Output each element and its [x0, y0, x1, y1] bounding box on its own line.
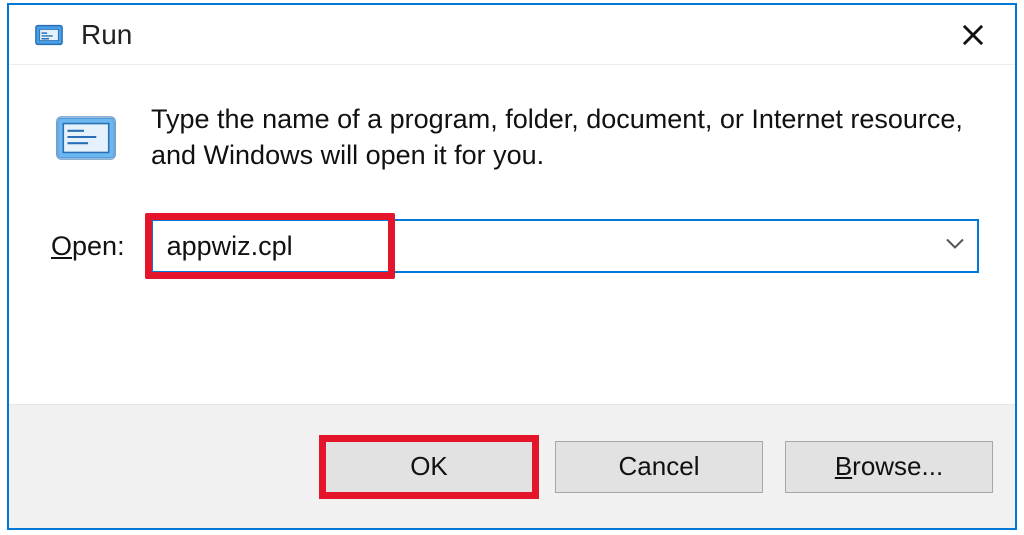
window-title: Run: [81, 19, 949, 51]
run-icon: [31, 17, 67, 53]
close-button[interactable]: [949, 11, 997, 59]
ok-button-label: OK: [410, 451, 448, 482]
cancel-button-label: Cancel: [619, 451, 700, 482]
run-dialog-window: Run Type the name of a program, folder, …: [7, 3, 1017, 530]
description-row: Type the name of a program, folder, docu…: [49, 101, 979, 175]
description-text: Type the name of a program, folder, docu…: [151, 101, 971, 174]
dialog-body: Type the name of a program, folder, docu…: [9, 65, 1015, 404]
cancel-button[interactable]: Cancel: [555, 441, 763, 493]
open-row: Open:: [49, 219, 979, 273]
open-input[interactable]: [151, 219, 979, 273]
browse-button[interactable]: Browse...: [785, 441, 993, 493]
browse-button-label: Browse...: [835, 451, 943, 482]
ok-button[interactable]: OK: [325, 441, 533, 493]
run-icon-large: [49, 101, 123, 175]
open-label: Open:: [49, 231, 125, 262]
titlebar: Run: [9, 5, 1015, 65]
open-combo-wrap: [151, 219, 979, 273]
button-bar: OK Cancel Browse...: [9, 404, 1015, 528]
close-icon: [960, 22, 986, 48]
